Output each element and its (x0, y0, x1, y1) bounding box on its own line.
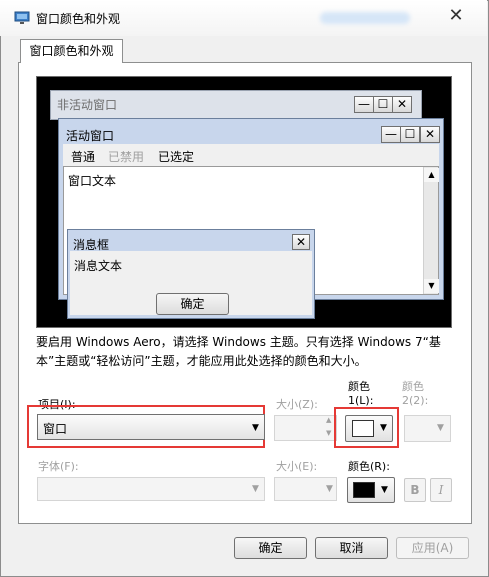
inactive-window-title: 非活动窗口 (57, 98, 118, 112)
item-dropdown-value: 窗口 (43, 422, 68, 436)
font-color-swatch (353, 482, 375, 498)
ok-button[interactable]: 确定 (234, 537, 307, 559)
size-label: 大小(Z): (276, 398, 318, 411)
scroll-down-icon[interactable]: ▼ (424, 279, 439, 293)
bold-button[interactable]: B (404, 478, 426, 502)
close-icon: ✕ (420, 126, 440, 143)
message-text: 消息文本 (74, 259, 123, 273)
minimize-icon: — (354, 96, 374, 113)
italic-button[interactable]: I (430, 478, 452, 502)
menu-item-disabled[interactable]: 已禁用 (108, 148, 144, 165)
chevron-down-icon: ▼ (437, 423, 444, 433)
color2-label-line1: 颜色 (402, 380, 424, 393)
active-window-title: 活动窗口 (66, 129, 115, 143)
maximize-icon: ☐ (373, 96, 393, 113)
font-color-label: 颜色(R): (348, 460, 390, 473)
font-dropdown[interactable] (37, 477, 265, 501)
chevron-down-icon: ▼ (380, 423, 387, 433)
description-text: 要启用 Windows Aero，请选择 Windows 主题。只有选择 Win… (36, 335, 441, 368)
maximize-icon: ☐ (400, 126, 420, 143)
minimize-icon: — (381, 126, 401, 143)
cancel-button[interactable]: 取消 (315, 537, 388, 559)
preview-ok-button[interactable]: 确定 (156, 293, 229, 315)
chevron-down-icon: ▼ (252, 423, 259, 433)
scroll-up-icon[interactable]: ▲ (424, 168, 439, 182)
chevron-down-icon: ▼ (381, 485, 388, 495)
menu-item-selected[interactable]: 已选定 (158, 148, 194, 165)
spin-down-icon: ▼ (326, 429, 332, 437)
item-dropdown[interactable] (37, 414, 265, 440)
blurred-region (320, 12, 410, 24)
color1-label-line1: 颜色 (348, 380, 370, 393)
display-icon (14, 11, 30, 24)
font-size-label: 大小(E): (276, 460, 318, 473)
menu-item-normal[interactable]: 普通 (71, 148, 95, 165)
tab-window-color-appearance[interactable]: 窗口颜色和外观 (20, 39, 123, 63)
window-title: 窗口颜色和外观 (36, 12, 121, 26)
color1-swatch (352, 420, 374, 437)
close-icon[interactable]: ✕ (441, 4, 471, 28)
font-label: 字体(F): (38, 460, 79, 473)
scrollbar[interactable] (423, 167, 438, 294)
spin-up-icon: ▲ (326, 416, 332, 424)
apply-button[interactable]: 应用(A) (396, 537, 469, 559)
chevron-down-icon: ▼ (326, 484, 333, 494)
close-icon: ✕ (392, 96, 412, 113)
color1-label-line2: 1(L): (348, 394, 374, 407)
color2-label-line2: 2(2): (402, 394, 429, 407)
window-text[interactable]: 窗口文本 (68, 172, 116, 189)
close-icon: ✕ (292, 234, 310, 250)
chevron-down-icon: ▼ (252, 484, 259, 494)
